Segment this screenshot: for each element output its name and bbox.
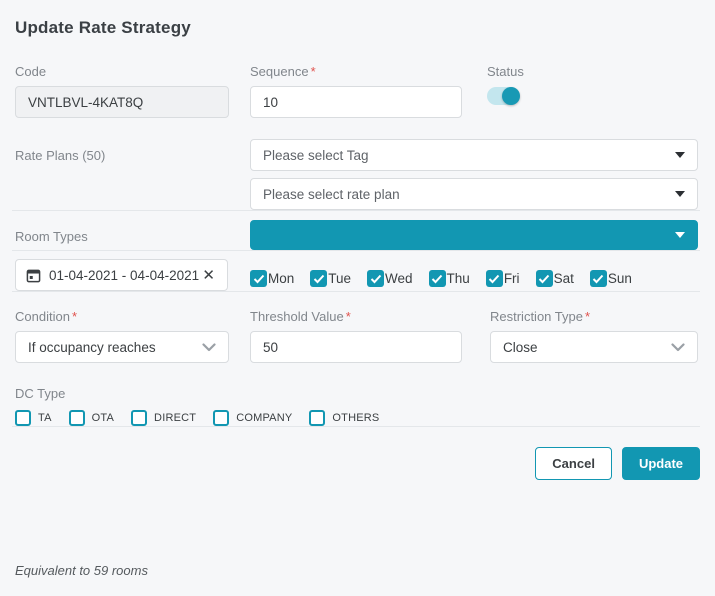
condition-select[interactable]: If occupancy reaches bbox=[15, 331, 229, 363]
tag-select[interactable]: Please select Tag bbox=[250, 139, 698, 171]
sequence-field-group: Sequence* bbox=[250, 64, 462, 118]
rate-plan-select-placeholder: Please select rate plan bbox=[263, 187, 400, 202]
caret-down-icon bbox=[675, 152, 685, 158]
checked-checkbox-icon bbox=[429, 270, 446, 287]
rate-plans-selects: Please select Tag Please select rate pla… bbox=[250, 139, 698, 210]
unchecked-checkbox-icon bbox=[15, 410, 31, 426]
calendar-icon bbox=[26, 268, 41, 283]
section-divider bbox=[12, 210, 700, 211]
unchecked-checkbox-icon bbox=[131, 410, 147, 426]
chevron-down-icon bbox=[671, 343, 685, 352]
update-rate-strategy-form: Update Rate Strategy Code Sequence* Stat… bbox=[0, 0, 715, 480]
section-divider bbox=[12, 291, 700, 292]
date-range-value: 01-04-2021 - 04-04-2021 bbox=[49, 268, 200, 283]
room-types-section: Room Types bbox=[15, 220, 700, 250]
room-types-label: Room Types bbox=[15, 220, 250, 244]
weekday-thu-checkbox[interactable]: Thu bbox=[429, 270, 470, 287]
dc-type-checkbox-group: TA OTA DIRECT COMPANY OTHERS bbox=[15, 410, 700, 426]
condition-selected-value: If occupancy reaches bbox=[28, 340, 156, 355]
checked-checkbox-icon bbox=[536, 270, 553, 287]
section-divider bbox=[12, 250, 700, 251]
dc-type-label: DC Type bbox=[15, 386, 700, 401]
condition-field-group: Condition* If occupancy reaches bbox=[15, 309, 229, 363]
toggle-knob-icon bbox=[502, 87, 520, 105]
restriction-type-label: Restriction Type* bbox=[490, 309, 698, 324]
sequence-label: Sequence* bbox=[250, 64, 462, 79]
dc-type-ta-checkbox[interactable]: TA bbox=[15, 410, 52, 426]
code-label: Code bbox=[15, 64, 229, 79]
dc-type-section: DC Type TA OTA DIRECT COMPANY OTHERS bbox=[15, 386, 700, 426]
date-weekdays-section: 01-04-2021 - 04-04-2021 ✕ Mon Tue Wed Th… bbox=[15, 259, 700, 291]
tag-select-placeholder: Please select Tag bbox=[263, 148, 369, 163]
row-code-sequence-status: Code Sequence* Status bbox=[15, 64, 700, 118]
weekday-wed-checkbox[interactable]: Wed bbox=[367, 270, 413, 287]
sequence-field[interactable] bbox=[250, 86, 462, 118]
form-actions: Cancel Update bbox=[15, 447, 700, 480]
restriction-field-group: Restriction Type* Close bbox=[490, 309, 698, 363]
checked-checkbox-icon bbox=[310, 270, 327, 287]
rate-plans-label: Rate Plans (50) bbox=[15, 139, 250, 163]
restriction-type-select[interactable]: Close bbox=[490, 331, 698, 363]
section-divider bbox=[12, 426, 700, 427]
page-title: Update Rate Strategy bbox=[15, 18, 700, 38]
weekday-sat-checkbox[interactable]: Sat bbox=[536, 270, 574, 287]
condition-section: Condition* If occupancy reaches Threshol… bbox=[15, 309, 700, 363]
required-asterisk: * bbox=[346, 309, 351, 324]
dc-type-direct-checkbox[interactable]: DIRECT bbox=[131, 410, 196, 426]
weekday-tue-checkbox[interactable]: Tue bbox=[310, 270, 351, 287]
unchecked-checkbox-icon bbox=[69, 410, 85, 426]
threshold-field[interactable] bbox=[250, 331, 462, 363]
unchecked-checkbox-icon bbox=[309, 410, 325, 426]
clear-date-icon[interactable]: ✕ bbox=[200, 266, 217, 285]
dc-type-company-checkbox[interactable]: COMPANY bbox=[213, 410, 292, 426]
status-toggle[interactable] bbox=[487, 86, 520, 106]
threshold-label: Threshold Value* bbox=[250, 309, 462, 324]
equivalent-rooms-note: Equivalent to 59 rooms bbox=[15, 563, 148, 578]
rate-plan-select[interactable]: Please select rate plan bbox=[250, 178, 698, 210]
code-field bbox=[15, 86, 229, 118]
chevron-down-icon bbox=[202, 343, 216, 352]
checked-checkbox-icon bbox=[367, 270, 384, 287]
status-label: Status bbox=[487, 64, 524, 79]
unchecked-checkbox-icon bbox=[213, 410, 229, 426]
weekday-checkbox-group: Mon Tue Wed Thu Fri Sat bbox=[250, 263, 632, 287]
room-types-select[interactable] bbox=[250, 220, 698, 250]
condition-label: Condition* bbox=[15, 309, 229, 324]
checked-checkbox-icon bbox=[250, 270, 267, 287]
checked-checkbox-icon bbox=[590, 270, 607, 287]
weekday-fri-checkbox[interactable]: Fri bbox=[486, 270, 520, 287]
required-asterisk: * bbox=[311, 64, 316, 79]
caret-down-icon bbox=[675, 232, 685, 238]
required-asterisk: * bbox=[585, 309, 590, 324]
weekday-mon-checkbox[interactable]: Mon bbox=[250, 270, 294, 287]
date-range-input[interactable]: 01-04-2021 - 04-04-2021 ✕ bbox=[15, 259, 228, 291]
update-button[interactable]: Update bbox=[622, 447, 700, 480]
dc-type-ota-checkbox[interactable]: OTA bbox=[69, 410, 114, 426]
cancel-button[interactable]: Cancel bbox=[535, 447, 612, 480]
status-field-group: Status bbox=[487, 64, 524, 106]
caret-down-icon bbox=[675, 191, 685, 197]
restriction-selected-value: Close bbox=[503, 340, 538, 355]
code-field-group: Code bbox=[15, 64, 229, 118]
dc-type-others-checkbox[interactable]: OTHERS bbox=[309, 410, 379, 426]
required-asterisk: * bbox=[72, 309, 77, 324]
weekday-sun-checkbox[interactable]: Sun bbox=[590, 270, 632, 287]
rate-plans-section: Rate Plans (50) Please select Tag Please… bbox=[15, 139, 700, 210]
threshold-field-group: Threshold Value* bbox=[250, 309, 462, 363]
checked-checkbox-icon bbox=[486, 270, 503, 287]
